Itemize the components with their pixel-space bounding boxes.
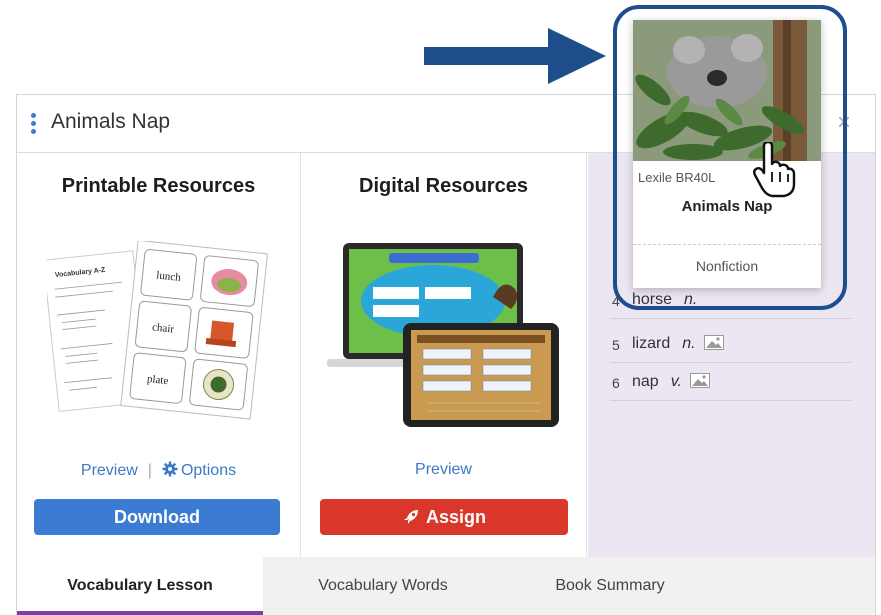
part-of-speech: v.: [670, 373, 682, 390]
digital-resources-section: Digital Resources Preview Assign: [301, 153, 587, 557]
tab-book-summary[interactable]: Book Summary: [503, 557, 717, 615]
printable-links: Preview | Options: [17, 461, 300, 480]
hand-pointer-icon: [753, 142, 796, 198]
digital-preview-link[interactable]: Preview: [415, 461, 472, 478]
word-text: nap: [632, 373, 659, 390]
printable-preview-link[interactable]: Preview: [81, 462, 138, 479]
word-row[interactable]: 5 lizard n.: [610, 325, 852, 363]
tab-vocabulary-words[interactable]: Vocabulary Words: [263, 557, 503, 615]
rocket-icon: [403, 510, 418, 524]
image-icon[interactable]: [703, 335, 724, 350]
card-word-chair: chair: [152, 321, 175, 335]
gear-icon: [162, 461, 178, 477]
word-number: 5: [612, 337, 620, 353]
digital-resources-title: Digital Resources: [359, 175, 528, 197]
printable-resources-section: Printable Resources Vocabulary A-Z lunch: [17, 153, 301, 557]
kebab-menu-icon[interactable]: [29, 113, 37, 137]
part-of-speech: n.: [682, 335, 696, 352]
panel-title: Animals Nap: [51, 110, 171, 133]
image-icon[interactable]: [689, 373, 710, 388]
word-number: 6: [612, 375, 620, 391]
download-button[interactable]: Download: [34, 499, 280, 535]
assign-label: Assign: [425, 507, 486, 527]
arrow-right-icon: [424, 28, 606, 84]
options-link[interactable]: Options: [162, 461, 237, 479]
tab-bar: Vocabulary Lesson Vocabulary Words Book …: [17, 557, 875, 615]
printable-resources-thumbnail[interactable]: Vocabulary A-Z lunch chair plate: [47, 241, 269, 421]
word-text: lizard: [632, 335, 671, 352]
card-word-plate: plate: [146, 373, 169, 387]
link-separator: |: [147, 462, 152, 479]
highlight-callout: [613, 5, 847, 310]
word-row[interactable]: 6 nap v.: [610, 363, 852, 401]
digital-links: Preview: [301, 461, 586, 479]
options-label: Options: [180, 462, 237, 479]
printable-resources-title: Printable Resources: [61, 175, 256, 197]
digital-resources-thumbnail[interactable]: [327, 243, 563, 433]
tab-vocabulary-lesson[interactable]: Vocabulary Lesson: [17, 557, 263, 615]
assign-button[interactable]: Assign: [320, 499, 568, 535]
